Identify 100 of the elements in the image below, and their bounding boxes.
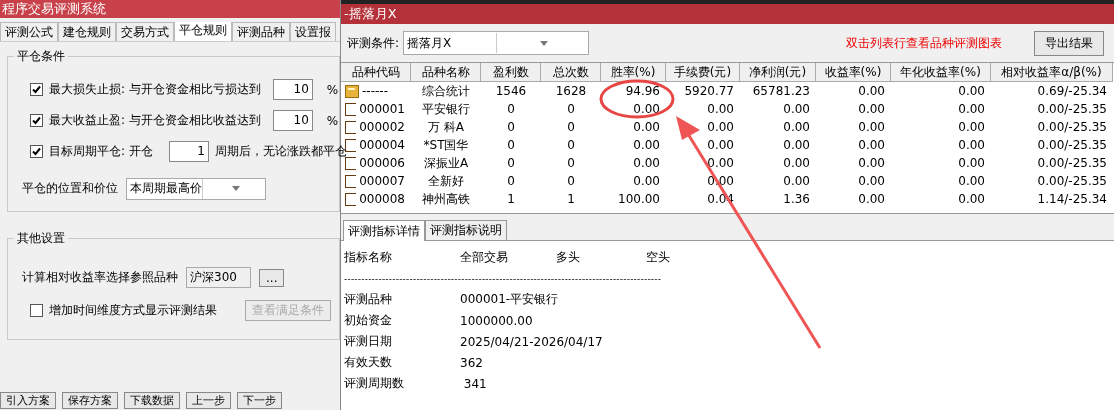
table-cell-text: 深振业A bbox=[422, 154, 470, 172]
table-cell-text: 0.00 bbox=[706, 156, 735, 170]
tab[interactable]: 评测指标详情 bbox=[343, 220, 425, 241]
separator-text: -------------------------------------------------------------------------------------------- bbox=[344, 273, 662, 284]
column-label: 多头 bbox=[556, 249, 581, 266]
tab[interactable]: 交易方式 bbox=[116, 22, 174, 41]
table-cell: 000004 bbox=[359, 138, 405, 152]
tab[interactable]: 评测指标说明 bbox=[425, 220, 507, 240]
table-cell-text: 神州高铁 bbox=[421, 190, 471, 208]
table-cell-text: 0 bbox=[506, 174, 516, 188]
dropdown[interactable]: 摇落月X bbox=[403, 31, 590, 55]
column-header[interactable]: 品种名称 bbox=[411, 63, 481, 82]
metric-label: 有效天数 bbox=[344, 354, 393, 371]
column-header[interactable]: 手续费(元) bbox=[666, 63, 740, 82]
toolbar-button[interactable]: 引入方案 bbox=[0, 392, 56, 409]
table-cell-text: 0.00 bbox=[706, 102, 735, 116]
table-cell-text: 全新好 bbox=[427, 172, 465, 190]
table-cell-text: 0.00 bbox=[957, 138, 986, 152]
table-cell-text: 0.00 bbox=[857, 120, 886, 134]
number-field[interactable]: 10 bbox=[272, 110, 313, 131]
table-cell-text: 万 科A bbox=[427, 118, 465, 136]
table-cell-text: 0.00 bbox=[632, 156, 661, 170]
tab[interactable]: 评测品种 bbox=[232, 22, 290, 41]
reference-field[interactable]: 沪深300 bbox=[186, 267, 251, 288]
window-title: 程序交易评测系统 bbox=[0, 0, 340, 18]
column-header[interactable]: 盈利数 bbox=[481, 63, 541, 82]
toolbar-button[interactable]: 保存方案 bbox=[62, 392, 118, 409]
column-header[interactable]: 总次数 bbox=[541, 63, 601, 82]
metric-value: 000001-平安银行 bbox=[460, 291, 559, 308]
unit-label: % bbox=[326, 82, 339, 97]
metric-value: 1000000.00 bbox=[460, 313, 533, 328]
column-header[interactable]: 相对收益率α/β(%) bbox=[991, 63, 1113, 82]
table-cell-text: 0.00 bbox=[632, 138, 661, 152]
table-cell-text: 0.00 bbox=[857, 156, 886, 170]
table-cell-text: 0 bbox=[566, 156, 576, 170]
window-title: -摇落月X bbox=[341, 0, 1114, 24]
table-cell-text: 1628 bbox=[554, 84, 588, 98]
table-cell-text: 65781.23 bbox=[751, 84, 811, 98]
table-cell: 000008 bbox=[359, 192, 405, 206]
column-header[interactable]: 品种代码 bbox=[341, 63, 411, 82]
folder-icon bbox=[345, 84, 359, 98]
checkbox[interactable] bbox=[30, 83, 43, 96]
toolbar-button[interactable]: 下载数据 bbox=[124, 392, 180, 409]
dropdown-arrow-icon[interactable] bbox=[231, 186, 240, 191]
table-cell-text: 0 bbox=[566, 138, 576, 152]
dropdown-arrow-icon[interactable] bbox=[539, 40, 548, 46]
tab[interactable]: 评测公式 bbox=[0, 22, 58, 41]
metric-label: 评测品种 bbox=[344, 291, 393, 308]
table-cell-text: 1 bbox=[566, 192, 576, 206]
checkbox[interactable] bbox=[30, 145, 43, 158]
table-cell-text: 94.96 bbox=[624, 84, 661, 98]
table-cell-text: 0 bbox=[506, 156, 516, 170]
table-cell: ------ bbox=[362, 84, 388, 98]
table-cell-text: 0.00/-25.35 bbox=[1036, 120, 1108, 134]
browse-button[interactable]: ... bbox=[259, 268, 285, 287]
table-cell-text: 0.00 bbox=[957, 192, 986, 206]
tab[interactable]: 设置报 bbox=[290, 22, 336, 41]
metric-label: 评测日期 bbox=[344, 333, 393, 350]
table-cell-text: 0.00 bbox=[857, 102, 886, 116]
unit-label: 周期后，无论涨跌都平仓 bbox=[214, 144, 347, 159]
table-cell-text: 0.00 bbox=[782, 102, 811, 116]
field-label: 平仓的位置和价位 bbox=[22, 180, 118, 197]
table-cell-text: 1 bbox=[506, 192, 516, 206]
table-cell-text: 0.00 bbox=[857, 192, 886, 206]
checkbox[interactable] bbox=[30, 304, 43, 317]
table-cell-text: 0.00 bbox=[857, 174, 886, 188]
table-cell-text: 0.00 bbox=[706, 120, 735, 134]
table-cell-text: 0.00 bbox=[782, 156, 811, 170]
table-cell-text: *ST国华 bbox=[422, 136, 470, 154]
table-cell-text: 0.00 bbox=[632, 174, 661, 188]
tab[interactable]: 平仓规则 bbox=[174, 22, 232, 41]
metric-value: 2025/04/21-2026/04/17 bbox=[460, 334, 603, 349]
group-title: 平仓条件 bbox=[14, 48, 68, 65]
table-cell-text: 0.00/-25.35 bbox=[1036, 138, 1108, 152]
number-field[interactable]: 1 bbox=[168, 141, 209, 162]
table-cell-text: 综合统计 bbox=[421, 82, 471, 100]
column-label: 全部交易 bbox=[460, 249, 509, 266]
column-header[interactable]: 年化收益率(%) bbox=[891, 63, 991, 82]
toolbar-button[interactable]: 上一步 bbox=[186, 392, 231, 409]
metric-label: 评测周期数 bbox=[344, 375, 405, 392]
column-header[interactable]: 胜率(%) bbox=[601, 63, 666, 82]
number-field[interactable]: 10 bbox=[272, 79, 313, 100]
table-cell: 000002 bbox=[359, 120, 405, 134]
table-cell-text: 0.00 bbox=[857, 84, 886, 98]
document-icon bbox=[345, 102, 357, 116]
checkbox[interactable] bbox=[30, 114, 43, 127]
field-label: 评测条件: bbox=[347, 34, 400, 52]
hint-text: 双击列表行查看品种评测图表 bbox=[846, 34, 1002, 52]
export-button[interactable]: 导出结果 bbox=[1034, 30, 1104, 56]
table-cell-text: 5920.77 bbox=[683, 84, 735, 98]
toolbar-button[interactable]: 下一步 bbox=[237, 392, 282, 409]
table-cell-text: 0 bbox=[566, 102, 576, 116]
table-cell: 000006 bbox=[359, 156, 405, 170]
tab[interactable]: 建仓规则 bbox=[58, 22, 116, 41]
dropdown[interactable]: 本周期最高价 bbox=[126, 177, 266, 200]
table-cell-text: 1.36 bbox=[782, 192, 811, 206]
column-header[interactable]: 净利润(元) bbox=[740, 63, 816, 82]
document-icon bbox=[345, 192, 357, 206]
table-cell-text: 0.00 bbox=[706, 138, 735, 152]
column-header[interactable]: 收益率(%) bbox=[816, 63, 891, 82]
